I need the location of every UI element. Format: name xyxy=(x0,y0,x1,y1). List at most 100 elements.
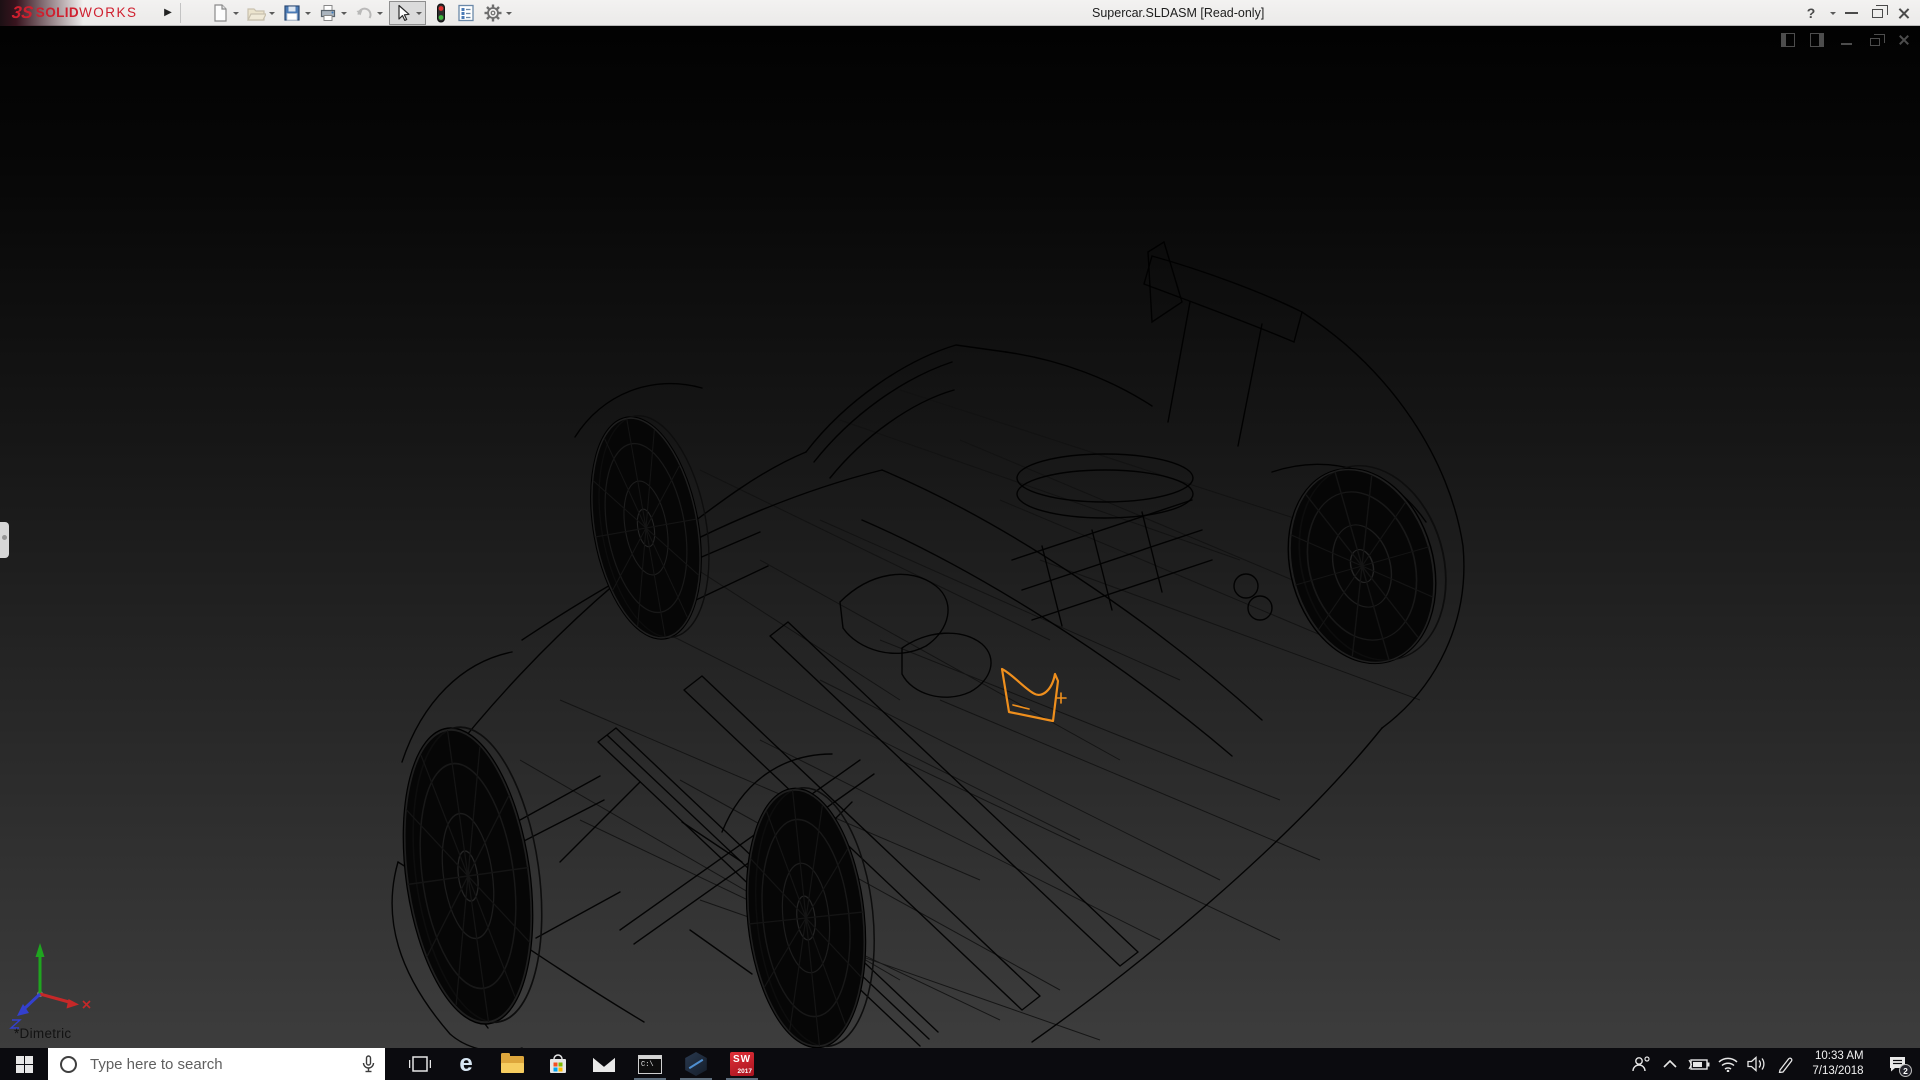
dropdown-caret-icon[interactable] xyxy=(305,11,311,18)
mail-app-button[interactable] xyxy=(581,1048,627,1080)
volume-button[interactable] xyxy=(1742,1048,1771,1080)
microsoft-store-button[interactable] xyxy=(535,1048,581,1080)
options-button[interactable] xyxy=(482,1,513,25)
wireframe-car-body[interactable] xyxy=(391,240,1465,1048)
document-minimize-button[interactable] xyxy=(1838,32,1854,48)
front-right-wheel[interactable] xyxy=(733,780,888,1048)
cortana-icon xyxy=(60,1055,77,1073)
help-dropdown[interactable] xyxy=(1824,0,1838,26)
gear-icon xyxy=(484,4,502,21)
pane-right-icon xyxy=(1810,33,1824,47)
windows-logo-icon xyxy=(15,1055,33,1073)
rear-right-wheel[interactable] xyxy=(1265,446,1470,682)
save-floppy-icon xyxy=(284,4,300,21)
dropdown-caret-icon[interactable] xyxy=(269,11,275,18)
dropdown-caret-icon[interactable] xyxy=(233,11,239,18)
file-explorer-button[interactable] xyxy=(489,1048,535,1080)
windows-ink-button[interactable] xyxy=(1771,1048,1800,1080)
minimize-icon xyxy=(1844,12,1858,14)
system-tray: 10:33 AM 7/13/2018 2 xyxy=(1626,1048,1920,1080)
solidworks-window: 3S SOLID WORKS ▶ Supercar.SLDASM [Read-o… xyxy=(0,0,1920,1080)
speaker-icon xyxy=(1747,1056,1765,1072)
featuremanager-pane-right-button[interactable] xyxy=(1809,32,1825,48)
menu-flyout-arrow[interactable]: ▶ xyxy=(160,2,176,24)
wifi-icon xyxy=(1717,1057,1738,1072)
minimize-icon xyxy=(1840,43,1852,45)
solidworks-2017-button[interactable]: SW 2017 xyxy=(719,1048,765,1080)
taskbar-apps: e C:\ SW 2017 xyxy=(397,1048,765,1080)
properties-button[interactable] xyxy=(455,1,477,25)
front-left-wheel[interactable] xyxy=(385,717,561,1034)
hidden-icons-button[interactable] xyxy=(1655,1048,1684,1080)
clock-date: 7/13/2018 xyxy=(1812,1065,1864,1077)
close-icon xyxy=(1898,34,1910,46)
help-button[interactable]: ? xyxy=(1798,0,1824,26)
dropdown-caret-icon[interactable] xyxy=(506,11,512,18)
title-bar: 3S SOLID WORKS ▶ Supercar.SLDASM [Read-o… xyxy=(0,0,1920,26)
restore-button[interactable] xyxy=(1864,0,1890,26)
microphone-icon[interactable] xyxy=(362,1054,375,1074)
battery-charging-icon xyxy=(1687,1058,1709,1070)
pane-left-icon xyxy=(1781,33,1795,47)
document-title: Supercar.SLDASM [Read-only] xyxy=(1092,6,1265,20)
search-input[interactable] xyxy=(90,1055,362,1073)
clock-time: 10:33 AM xyxy=(1814,1050,1864,1063)
select-arrow-icon xyxy=(398,4,410,21)
toolbar-separator xyxy=(180,2,181,23)
property-list-icon xyxy=(458,4,474,21)
edge-icon: e xyxy=(459,1050,473,1077)
save-button[interactable] xyxy=(281,1,312,25)
restore-icon xyxy=(1871,4,1888,18)
featuremanager-pane-left-button[interactable] xyxy=(1780,32,1796,48)
close-icon xyxy=(1897,7,1910,20)
wireframe-car-scene[interactable] xyxy=(0,26,1920,1048)
new-document-button[interactable] xyxy=(209,1,240,25)
traffic-light-icon xyxy=(437,3,445,22)
command-prompt-icon: C:\ xyxy=(638,1054,662,1074)
rebuild-button[interactable] xyxy=(432,1,450,25)
close-button[interactable] xyxy=(1890,0,1916,26)
solidworks-composer-button[interactable] xyxy=(673,1048,719,1080)
brand-text-solid: SOLID xyxy=(35,5,80,20)
undo-button[interactable] xyxy=(353,1,384,25)
dropdown-caret-icon xyxy=(1829,12,1836,18)
windows-taskbar: e xyxy=(0,1048,1920,1080)
selected-component-highlight[interactable] xyxy=(1000,667,1067,723)
view-orientation-label: *Dimetric xyxy=(14,1026,72,1041)
battery-status-button[interactable] xyxy=(1684,1048,1713,1080)
document-window-controls xyxy=(1780,32,1912,48)
document-close-button[interactable] xyxy=(1896,32,1912,48)
solidworks-app-icon: SW 2017 xyxy=(730,1052,754,1076)
rear-left-wheel[interactable] xyxy=(574,406,726,649)
select-tool-button[interactable] xyxy=(389,0,426,25)
action-center-button[interactable]: 2 xyxy=(1878,1048,1916,1080)
undo-arrow-icon xyxy=(356,7,372,19)
panel-collapse-tab[interactable] xyxy=(0,522,9,558)
task-view-button[interactable] xyxy=(397,1048,443,1080)
flyout-arrow-icon: ▶ xyxy=(164,6,172,18)
tab-grip-icon xyxy=(2,535,7,540)
solidworks-logo-mark: 3S xyxy=(10,2,35,22)
open-folder-icon xyxy=(247,7,266,21)
graphics-area[interactable]: *Dimetric xyxy=(0,26,1920,1048)
open-document-button[interactable] xyxy=(245,1,276,25)
quick-access-toolbar xyxy=(209,0,518,26)
print-button[interactable] xyxy=(317,1,348,25)
orientation-triad-icon xyxy=(9,943,91,1029)
printer-icon xyxy=(320,4,336,21)
edge-browser-button[interactable]: e xyxy=(443,1048,489,1080)
network-button[interactable] xyxy=(1713,1048,1742,1080)
taskbar-search[interactable] xyxy=(48,1048,385,1080)
task-view-icon xyxy=(409,1056,431,1072)
dropdown-caret-icon[interactable] xyxy=(377,11,383,18)
people-button[interactable] xyxy=(1626,1048,1655,1080)
minimize-button[interactable] xyxy=(1838,0,1864,26)
taskbar-clock[interactable]: 10:33 AM 7/13/2018 xyxy=(1800,1048,1878,1080)
mail-envelope-icon xyxy=(592,1055,616,1072)
document-restore-button[interactable] xyxy=(1867,32,1885,48)
dropdown-caret-icon[interactable] xyxy=(416,11,422,18)
start-button[interactable] xyxy=(0,1048,48,1080)
help-icon: ? xyxy=(1806,5,1816,21)
command-prompt-button[interactable]: C:\ xyxy=(627,1048,673,1080)
dropdown-caret-icon[interactable] xyxy=(341,11,347,18)
